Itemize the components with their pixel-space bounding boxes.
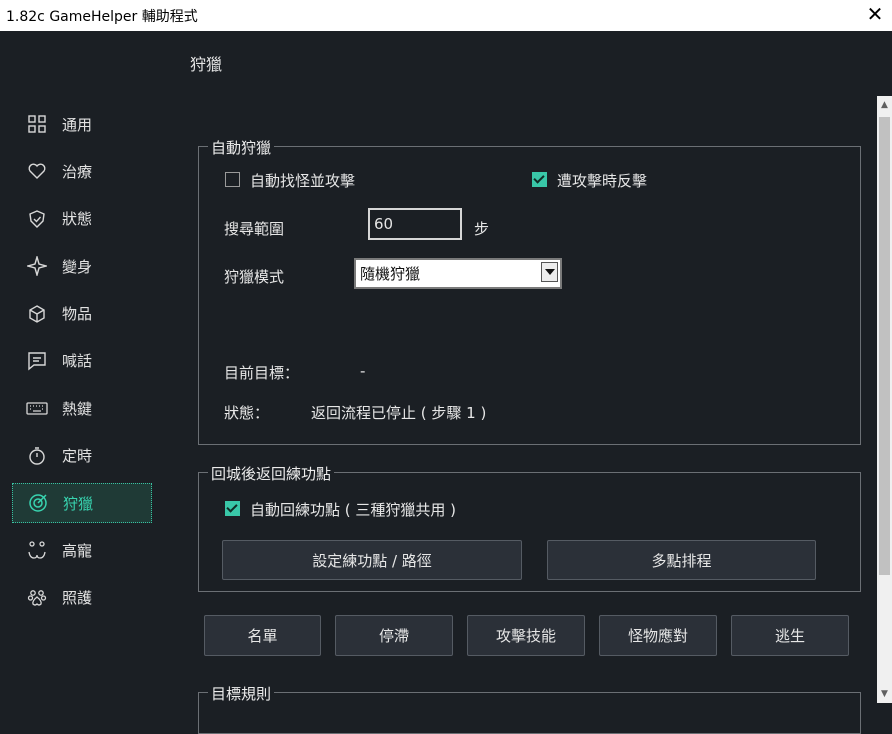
multi-schedule-button[interactable]: 多點排程 [547,540,816,580]
sidebar: 通用 治療 狀態 變身 物品 喊話 熱鍵 定時 狩獵 高寵 照護 [12,104,152,625]
auto-find-label: 自動找怪並攻擊 [250,172,356,190]
hunt-mode-select[interactable]: 隨機狩獵 [354,258,562,289]
target-icon [27,492,49,514]
hunt-mode-value: 隨機狩獵 [360,265,421,283]
return-group-legend: 回城後返回練功點 [208,463,335,484]
hunt-mode-label: 狩獵模式 [224,268,285,286]
keyboard-icon [26,397,48,419]
paw-icon [26,587,48,609]
target-rules-legend: 目標規則 [208,683,275,704]
scroll-down-arrow-icon[interactable]: ▼ [877,685,892,703]
sidebar-item-general[interactable]: 通用 [12,104,152,144]
auto-hunt-legend: 自動狩獵 [208,137,275,158]
sidebar-item-care[interactable]: 照護 [12,578,152,618]
sidebar-item-label: 變身 [62,257,93,276]
current-target-label: 目前目標： [224,364,300,382]
sidebar-item-heal[interactable]: 治療 [12,151,152,191]
cube-icon [26,303,48,325]
sidebar-item-timer[interactable]: 定時 [12,436,152,476]
counter-attack-label: 遭攻擊時反擊 [557,172,648,190]
sidebar-item-label: 狩獵 [63,494,94,513]
scrollbar-thumb[interactable] [879,117,890,575]
list-button[interactable]: 名單 [204,615,321,656]
sidebar-item-label: 定時 [62,447,93,466]
search-range-input[interactable] [368,208,462,240]
close-icon[interactable]: ✕ [864,3,886,25]
sidebar-item-label: 通用 [62,115,93,134]
attack-skill-button[interactable]: 攻擊技能 [467,615,585,656]
sidebar-item-status[interactable]: 狀態 [12,199,152,239]
sidebar-item-label: 物品 [62,305,93,324]
title-bar: 1.82c GameHelper 輔助程式 ✕ [0,0,892,31]
paw-face-icon [26,540,48,562]
set-point-button[interactable]: 設定練功點 / 路徑 [222,540,522,580]
sidebar-item-pet[interactable]: 高寵 [12,531,152,571]
counter-attack-checkbox[interactable] [532,172,547,187]
auto-return-checkbox[interactable] [225,501,240,516]
monster-response-button[interactable]: 怪物應對 [599,615,717,656]
sidebar-item-hunt[interactable]: 狩獵 [12,483,152,524]
stall-button[interactable]: 停滯 [335,615,453,656]
escape-button[interactable]: 逃生 [731,615,849,656]
scroll-up-arrow-icon[interactable]: ▲ [877,96,892,114]
chevron-down-icon[interactable] [541,262,558,282]
heart-icon [26,160,48,182]
sidebar-item-label: 高寵 [62,542,93,561]
auto-return-label: 自動回練功點 ( 三種狩獵共用 ) [250,501,457,519]
sidebar-item-label: 狀態 [62,210,93,229]
sidebar-item-chat[interactable]: 喊話 [12,341,152,381]
status-label: 狀態： [224,404,270,422]
status-value: 返回流程已停止 ( 步驟 1 ) [311,404,487,422]
sidebar-item-label: 照護 [62,589,93,608]
sidebar-item-label: 治療 [62,162,93,181]
sparkle-icon [26,255,48,277]
search-range-unit: 步 [474,220,490,238]
shield-icon [26,208,48,230]
timer-icon [26,445,48,467]
target-rules-group [198,692,861,734]
auto-find-checkbox[interactable] [225,172,240,187]
sidebar-item-label: 喊話 [62,352,93,371]
page-title: 狩獵 [190,55,223,74]
sidebar-item-items[interactable]: 物品 [12,294,152,334]
window-title: 1.82c GameHelper 輔助程式 [6,9,198,25]
sidebar-item-label: 熱鍵 [62,399,93,418]
current-target-value: - [360,362,366,380]
sidebar-item-hotkey[interactable]: 熱鍵 [12,388,152,428]
chat-icon [26,350,48,372]
grid-icon [26,113,48,135]
search-range-label: 搜尋範圍 [224,220,285,238]
sidebar-item-transform[interactable]: 變身 [12,246,152,286]
